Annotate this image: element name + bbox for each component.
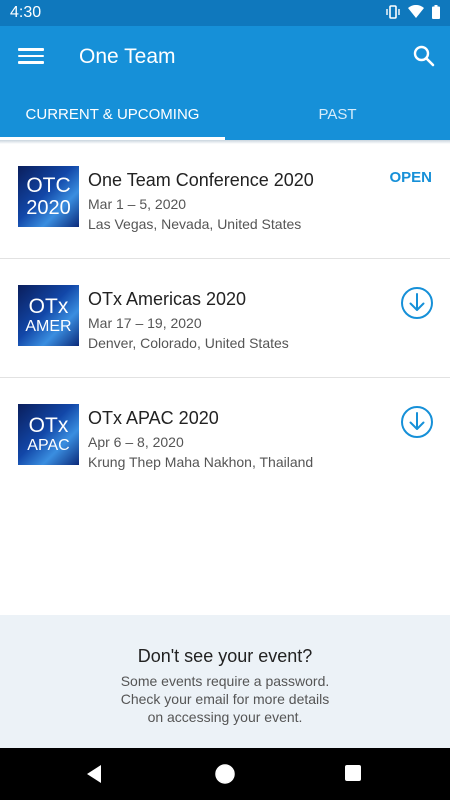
app-title: One Team <box>79 45 176 68</box>
app-bar: One Team <box>0 26 450 88</box>
event-item-otx-americas[interactable]: OTx AMER OTx Americas 2020 Mar 17 – 19, … <box>0 259 450 378</box>
logo-text: OTC <box>26 174 71 197</box>
event-name: One Team Conference 2020 <box>88 170 314 190</box>
event-name: OTx APAC 2020 <box>88 408 219 428</box>
event-location: Krung Thep Maha Nakhon, Thailand <box>88 454 314 470</box>
download-icon[interactable] <box>400 405 434 439</box>
event-location: Denver, Colorado, United States <box>88 335 289 351</box>
open-button[interactable]: OPEN <box>389 169 432 186</box>
tab-bar: CURRENT & UPCOMING PAST <box>0 88 450 140</box>
home-icon[interactable] <box>215 764 235 784</box>
missing-event-line: on accessing your event. <box>147 709 303 725</box>
missing-event-panel: Don't see your event? Some events requir… <box>0 615 450 748</box>
wifi-icon <box>408 5 424 18</box>
tab-current-upcoming[interactable]: CURRENT & UPCOMING <box>0 88 225 140</box>
event-item-otc-2020[interactable]: OTC 2020 One Team Conference 2020 Mar 1 … <box>0 140 450 259</box>
logo-text: OTx <box>28 295 69 318</box>
missing-event-line: Some events require a password. <box>120 673 330 689</box>
logo-text: OTx <box>28 414 69 437</box>
missing-event-text: Some events require a password. Check yo… <box>0 672 450 726</box>
event-location: Las Vegas, Nevada, United States <box>88 216 302 232</box>
back-icon[interactable] <box>85 764 103 784</box>
vibrate-icon <box>386 5 400 19</box>
logo-subtext: AMER <box>25 318 72 335</box>
logo-subtext: APAC <box>27 437 70 454</box>
download-icon[interactable] <box>400 286 434 320</box>
event-date: Apr 6 – 8, 2020 <box>88 434 184 450</box>
event-logo: OTC 2020 <box>18 166 79 227</box>
status-bar: 4:30 <box>0 0 450 26</box>
event-list: OTC 2020 One Team Conference 2020 Mar 1 … <box>0 140 450 496</box>
event-date: Mar 17 – 19, 2020 <box>88 315 202 331</box>
missing-event-line: Check your email for more details <box>120 691 330 707</box>
missing-event-title: Don't see your event? <box>137 646 313 666</box>
menu-icon[interactable] <box>18 44 44 70</box>
event-date: Mar 1 – 5, 2020 <box>88 196 187 212</box>
status-icons <box>386 5 440 19</box>
event-logo: OTx APAC <box>18 404 79 465</box>
recents-icon[interactable] <box>345 765 361 781</box>
battery-icon <box>432 5 440 19</box>
system-nav-bar <box>0 748 450 800</box>
event-logo: OTx AMER <box>18 285 79 346</box>
tab-past[interactable]: PAST <box>225 88 450 140</box>
status-time: 4:30 <box>10 4 42 21</box>
logo-subtext: 2020 <box>26 197 71 219</box>
search-icon[interactable] <box>412 44 436 68</box>
event-name: OTx Americas 2020 <box>88 289 247 309</box>
event-item-otx-apac[interactable]: OTx APAC OTx APAC 2020 Apr 6 – 8, 2020 K… <box>0 378 450 496</box>
